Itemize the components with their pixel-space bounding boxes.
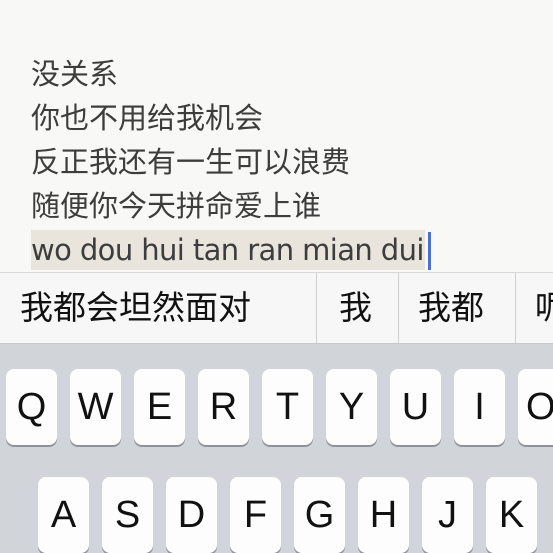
key-j[interactable]: J — [422, 477, 473, 553]
key-y[interactable]: Y — [326, 369, 377, 445]
key-d[interactable]: D — [166, 477, 217, 553]
note-line: 你也不用给我机会 — [31, 101, 264, 135]
candidate-word[interactable]: 我都 — [418, 273, 484, 343]
candidate-divider — [515, 273, 516, 343]
key-o[interactable]: O — [518, 369, 553, 445]
key-f[interactable]: F — [230, 477, 281, 553]
key-s[interactable]: S — [102, 477, 153, 553]
keyboard: Q W E R T Y U I O A S D F G H J K — [0, 344, 553, 553]
key-t[interactable]: T — [262, 369, 313, 445]
candidate-word[interactable]: 呢 — [535, 273, 553, 343]
note-line: 没关系 — [31, 57, 119, 91]
key-a[interactable]: A — [38, 477, 89, 553]
note-line: 随便你今天拼命爱上谁 — [31, 189, 322, 223]
key-k[interactable]: K — [486, 477, 537, 553]
text-cursor — [428, 232, 431, 270]
candidate-divider — [398, 273, 399, 343]
key-g[interactable]: G — [294, 477, 345, 553]
key-e[interactable]: E — [134, 369, 185, 445]
key-w[interactable]: W — [70, 369, 121, 445]
candidate-bar: 我都会坦然面对 我 我都 呢 — [0, 272, 553, 344]
key-i[interactable]: I — [454, 369, 505, 445]
candidate-word[interactable]: 我都会坦然面对 — [20, 273, 251, 343]
key-q[interactable]: Q — [6, 369, 57, 445]
candidate-word[interactable]: 我 — [339, 273, 372, 343]
key-u[interactable]: U — [390, 369, 441, 445]
key-r[interactable]: R — [198, 369, 249, 445]
marked-input-text[interactable]: wo dou hui tan ran mian dui — [31, 230, 425, 270]
key-h[interactable]: H — [358, 477, 409, 553]
note-line: 反正我还有一生可以浪费 — [31, 145, 351, 179]
candidate-divider — [316, 273, 317, 343]
note-editor[interactable]: 没关系 你也不用给我机会 反正我还有一生可以浪费 随便你今天拼命爱上谁 wo d… — [0, 0, 553, 272]
